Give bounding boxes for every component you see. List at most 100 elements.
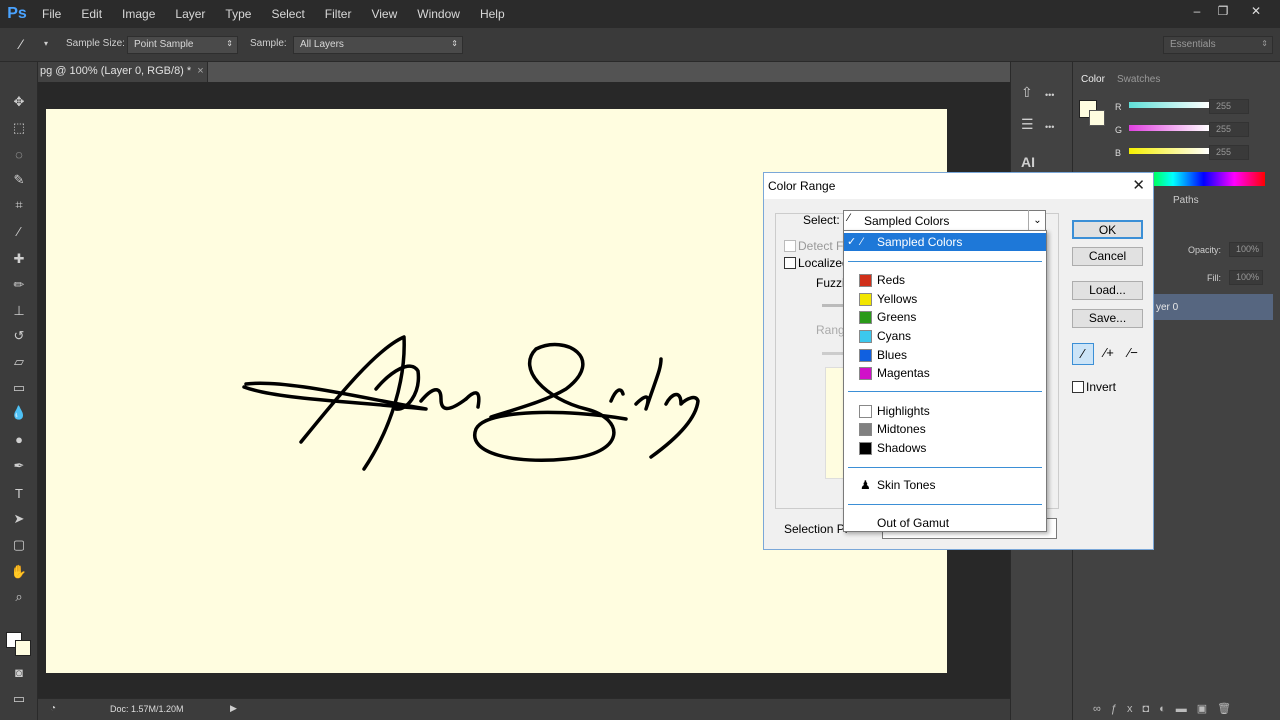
hand-tool-icon[interactable]: ✋ [9,562,29,582]
quick-mask-icon[interactable]: ◙ [9,662,29,682]
opacity-label: Opacity: [1188,245,1222,255]
workspace-select[interactable]: Essentials ⇕ [1163,36,1273,54]
eraser-tool-icon[interactable]: ▱ [9,352,29,372]
localized-checkbox[interactable] [784,257,796,269]
dodge-tool-icon[interactable]: ● [9,429,29,449]
close-window-button[interactable]: ✕ [1240,0,1272,22]
channel-g-slider[interactable] [1129,125,1209,131]
zoom-tool-icon[interactable]: ⌕ [9,587,29,607]
option-label: Skin Tones [877,478,936,492]
option-magentas[interactable]: Magentas [844,364,1046,382]
chevron-updown-icon: ⇕ [451,39,458,48]
channel-b-slider[interactable] [1129,148,1209,154]
menu-type[interactable]: Type [215,0,261,28]
option-cyans[interactable]: Cyans [844,327,1046,345]
menu-image[interactable]: Image [112,0,165,28]
chevron-down-icon[interactable]: ⌄ [1028,210,1046,231]
option-shadows[interactable]: Shadows [844,439,1046,457]
eyedropper-tool-icon[interactable]: ⁄ [20,36,22,52]
channel-b-value[interactable]: 255 [1209,145,1249,160]
brush-presets-icon[interactable]: ⇧ [1021,84,1033,101]
tab-paths[interactable]: Paths [1173,195,1199,206]
eyedropper-subtract-icon[interactable]: ⁄− [1122,343,1144,365]
menu-window[interactable]: Window [407,0,470,28]
fill-label: Fill: [1207,273,1221,283]
option-greens[interactable]: Greens [844,308,1046,326]
fill-field[interactable]: 100% [1229,270,1263,285]
detect-faces-checkbox[interactable] [784,240,796,252]
channel-g-value[interactable]: 255 [1209,122,1249,137]
menu-help[interactable]: Help [470,0,515,28]
cancel-button[interactable]: Cancel [1072,247,1143,266]
status-menu-arrow-icon[interactable]: ▶ [230,703,237,714]
option-midtones[interactable]: Midtones [844,420,1046,438]
clone-stamp-icon[interactable]: ⊥ [9,301,29,321]
quick-select-tool-icon[interactable]: ✎ [9,170,29,190]
option-blues[interactable]: Blues [844,346,1046,364]
eyedropper-add-icon[interactable]: ⁄+ [1098,343,1120,365]
healing-brush-icon[interactable]: ✚ [9,249,29,269]
select-dropdown-value: Sampled Colors [864,214,950,228]
layer-actions-icons[interactable]: ∞ƒx◘◐▬▣🗑 [1093,702,1241,715]
chevron-updown-icon: ⇕ [1261,39,1268,48]
invert-label: Invert [1086,380,1117,394]
restore-button[interactable]: ❐ [1207,0,1239,22]
option-yellows[interactable]: Yellows [844,290,1046,308]
option-skin-tones[interactable]: ♟ Skin Tones [844,476,1046,494]
workspace-value: Essentials [1170,39,1216,50]
eyedropper-sample-icon[interactable]: ⁄ [1072,343,1094,365]
option-reds[interactable]: Reds [844,271,1046,289]
option-out-of-gamut[interactable]: Out of Gamut [844,514,1046,532]
adjustments-icon[interactable]: ☰ [1021,116,1034,133]
tool-preset-chevron-icon[interactable]: ▾ [44,39,48,48]
path-selection-icon[interactable]: ➤ [9,509,29,529]
shape-tool-icon[interactable]: ▢ [9,535,29,555]
background-color-swatch[interactable] [15,640,31,656]
tab-swatches[interactable]: Swatches [1117,74,1160,85]
load-button[interactable]: Load... [1072,281,1143,300]
move-tool-icon[interactable]: ✥ [9,92,29,112]
fg-color-chip[interactable] [1089,110,1105,126]
ok-button[interactable]: OK [1072,220,1143,239]
sample-select[interactable]: All Layers ⇕ [293,36,463,54]
history-brush-icon[interactable]: ↺ [9,326,29,346]
menu-filter[interactable]: Filter [315,0,362,28]
gradient-tool-icon[interactable]: ▭ [9,378,29,398]
select-dropdown[interactable]: Sampled Colors [843,210,1046,231]
dialog-title-bar: Color Range ✕ [764,173,1153,199]
option-sampled-colors[interactable]: ✓ ⁄ Sampled Colors [844,233,1046,251]
status-icon[interactable]: ◔ [50,703,56,714]
channel-r-value[interactable]: 255 [1209,99,1249,114]
document-tab[interactable]: pg @ 100% (Layer 0, RGB/8) * × [38,62,208,82]
menu-view[interactable]: View [361,0,407,28]
menu-edit[interactable]: Edit [71,0,112,28]
channel-r-slider[interactable] [1129,102,1209,108]
menu-select[interactable]: Select [261,0,314,28]
save-button[interactable]: Save... [1072,309,1143,328]
layer-row[interactable]: yer 0 [1153,294,1273,320]
blur-tool-icon[interactable]: 💧 [9,403,29,423]
character-panel-icon[interactable]: AI [1021,154,1035,170]
option-highlights[interactable]: Highlights [844,402,1046,420]
close-tab-icon[interactable]: × [197,65,203,77]
lasso-tool-icon[interactable]: ◌ [9,144,29,164]
tab-color[interactable]: Color [1081,74,1105,85]
opacity-field[interactable]: 100% [1229,242,1263,257]
type-tool-icon[interactable]: T [9,483,29,503]
brush-tool-icon[interactable]: ✏ [9,275,29,295]
eyedropper-icon[interactable]: ⁄ [9,221,29,241]
dialog-close-icon[interactable]: ✕ [1132,176,1145,194]
screen-mode-icon[interactable]: ▭ [9,689,29,709]
option-label: Reds [877,273,906,287]
separator [848,391,1042,392]
pen-tool-icon[interactable]: ✒ [9,456,29,476]
marquee-tool-icon[interactable]: ⬚ [9,118,29,138]
panel-dots-icon: ••• [1045,90,1055,100]
menu-file[interactable]: File [32,0,71,28]
checkmark-icon: ✓ [847,236,857,248]
crop-tool-icon[interactable]: ⌗ [9,195,29,215]
menu-layer[interactable]: Layer [165,0,215,28]
sample-size-select[interactable]: Point Sample ⇕ [127,36,238,54]
panel-dots-icon: ••• [1045,122,1055,132]
invert-checkbox[interactable] [1072,381,1084,393]
